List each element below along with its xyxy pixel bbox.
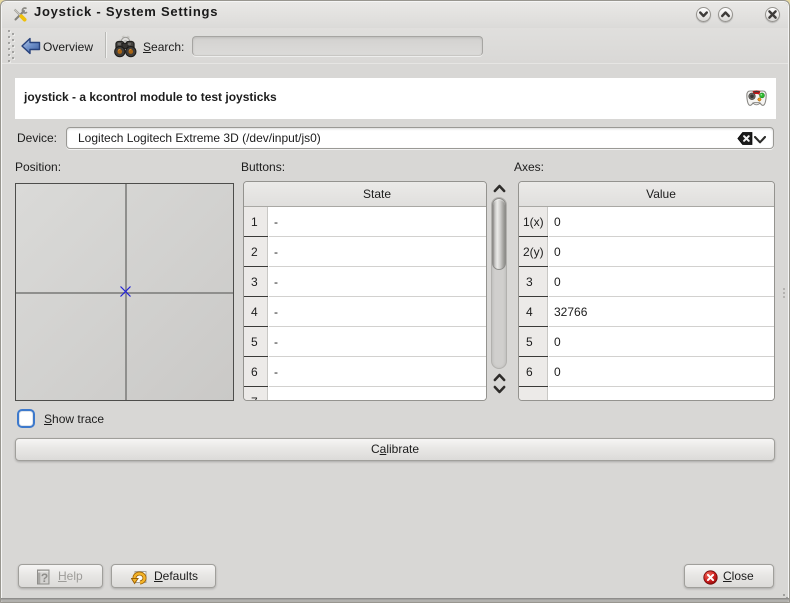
svg-text:?: ?: [41, 571, 48, 585]
